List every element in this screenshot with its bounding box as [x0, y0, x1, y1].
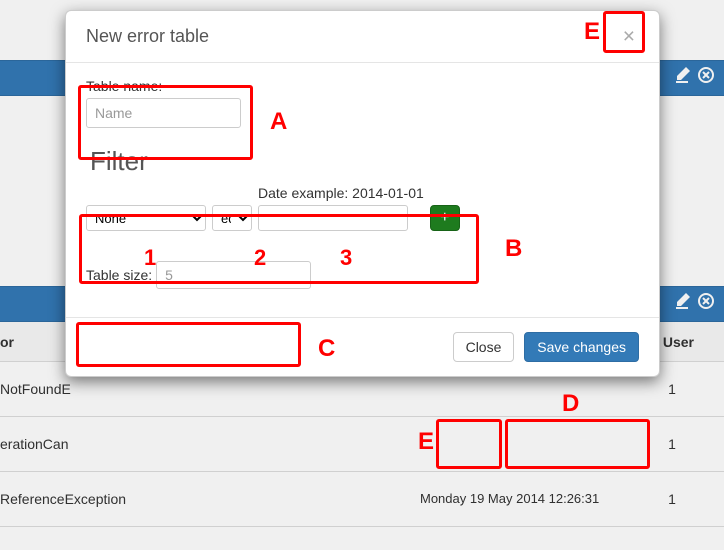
save-changes-button[interactable]: Save changes: [524, 332, 639, 362]
modal-footer: Close Save changes: [66, 317, 659, 376]
add-filter-button[interactable]: +: [430, 205, 460, 231]
table-size-label: Table size:: [86, 267, 152, 283]
date-hint-label: Date example: 2014-01-01: [258, 185, 424, 201]
table-size-group: Table size:: [86, 261, 639, 289]
modal-title: New error table: [86, 26, 209, 47]
plus-icon: +: [440, 210, 449, 226]
filter-group: None eq Date example: 2014-01-01 +: [86, 185, 639, 231]
table-size-input[interactable]: [156, 261, 311, 289]
filter-heading: Filter: [90, 146, 639, 177]
modal-body: Table name: Filter None eq: [66, 63, 659, 317]
table-name-label: Table name:: [86, 78, 639, 94]
filter-value-input[interactable]: [258, 205, 408, 231]
table-name-group: Table name:: [86, 78, 639, 128]
modal-header: New error table ×: [66, 11, 659, 63]
close-icon[interactable]: ×: [619, 26, 639, 47]
filter-field-select[interactable]: None: [86, 205, 206, 231]
new-error-table-modal: New error table × Table name: Filter Non…: [65, 10, 660, 377]
table-name-input[interactable]: [86, 98, 241, 128]
close-button[interactable]: Close: [453, 332, 515, 362]
filter-operator-select[interactable]: eq: [212, 205, 252, 231]
